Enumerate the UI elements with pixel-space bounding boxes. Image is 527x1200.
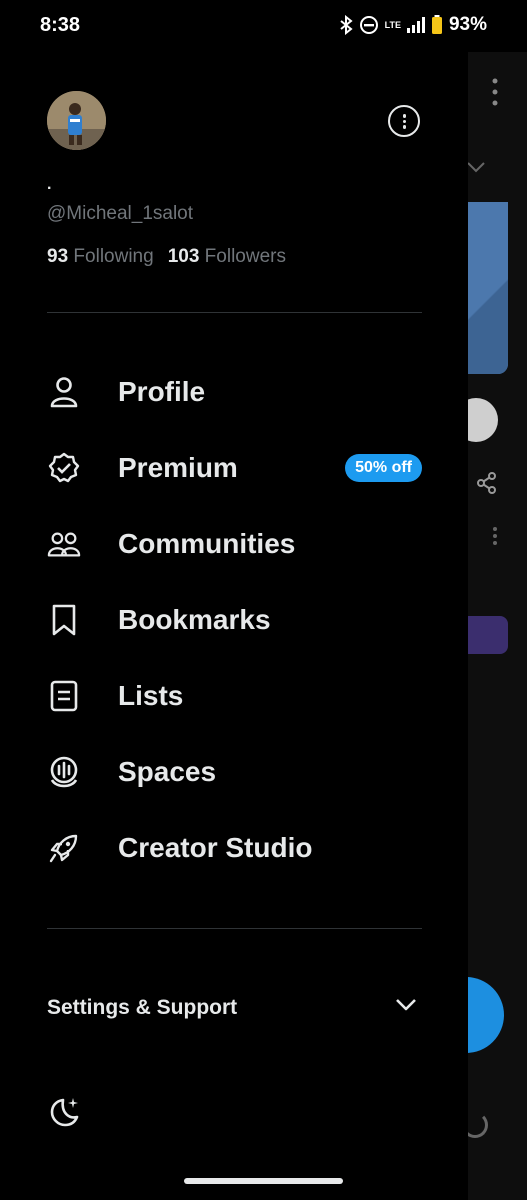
chevron-down-icon (396, 999, 416, 1011)
battery-percent: 93% (448, 14, 487, 35)
settings-support-toggle[interactable]: Settings & Support (47, 990, 422, 1026)
do-not-disturb-icon (359, 16, 378, 34)
signal-icon (406, 17, 425, 33)
settings-support-label: Settings & Support (47, 996, 238, 1019)
background-feed (468, 52, 527, 1200)
menu-label: Profile (118, 376, 206, 407)
compose-fab (468, 977, 504, 1053)
status-icons: LTE 93% (339, 14, 487, 36)
menu-item-communities[interactable]: Communities (47, 514, 422, 574)
menu-label: Spaces (118, 756, 217, 787)
menu-item-profile[interactable]: Profile (47, 362, 422, 422)
status-bar: 8:38 LTE 93% (0, 0, 527, 52)
following-link[interactable]: 93 Following (47, 246, 154, 268)
divider (47, 312, 422, 313)
menu-item-lists[interactable]: Lists (47, 666, 422, 726)
more-vertical-icon (493, 527, 497, 545)
navigation-drawer: . @Micheal_1salot 93 Following 103 Follo… (0, 0, 468, 1200)
menu-item-bookmarks[interactable]: Bookmarks (47, 590, 422, 650)
follow-stats: 93 Following 103 Followers (47, 246, 286, 268)
menu-label: Communities (118, 528, 296, 559)
moon-sparkle-icon (50, 1098, 79, 1127)
battery-icon (431, 15, 442, 34)
menu-item-premium[interactable]: Premium 50% off (47, 438, 422, 498)
more-vertical-icon (492, 78, 498, 106)
menu-label: Creator Studio (118, 832, 313, 863)
divider (47, 928, 422, 929)
rocket-icon (47, 831, 81, 865)
user-handle: @Micheal_1salot (47, 203, 194, 224)
theme-toggle-button[interactable] (47, 1094, 83, 1130)
account-options-button[interactable] (388, 105, 420, 137)
bookmark-icon (47, 603, 81, 637)
person-icon (47, 375, 81, 409)
verified-badge-icon (47, 451, 81, 485)
home-indicator[interactable] (184, 1178, 343, 1184)
menu-item-creator-studio[interactable]: Creator Studio (47, 818, 422, 878)
menu-label: Lists (118, 680, 184, 711)
bluetooth-icon (340, 15, 353, 35)
communities-icon (47, 527, 81, 561)
community-thumbnail (468, 616, 508, 654)
menu-item-spaces[interactable]: Spaces (47, 742, 422, 802)
network-type: LTE (384, 20, 401, 30)
followers-link[interactable]: 103 Followers (168, 246, 286, 268)
discount-badge: 50% off (345, 454, 422, 482)
list-icon (47, 679, 81, 713)
avatar[interactable] (47, 91, 106, 150)
menu-label: Bookmarks (118, 604, 271, 635)
loading-spinner-icon (468, 1112, 488, 1138)
menu-label: Premium (118, 452, 238, 483)
chevron-down-icon (468, 162, 485, 173)
display-name: . (47, 176, 52, 193)
media-control (468, 398, 498, 442)
status-time: 8:38 (40, 14, 81, 36)
share-icon (477, 472, 496, 494)
spaces-icon (47, 755, 81, 789)
